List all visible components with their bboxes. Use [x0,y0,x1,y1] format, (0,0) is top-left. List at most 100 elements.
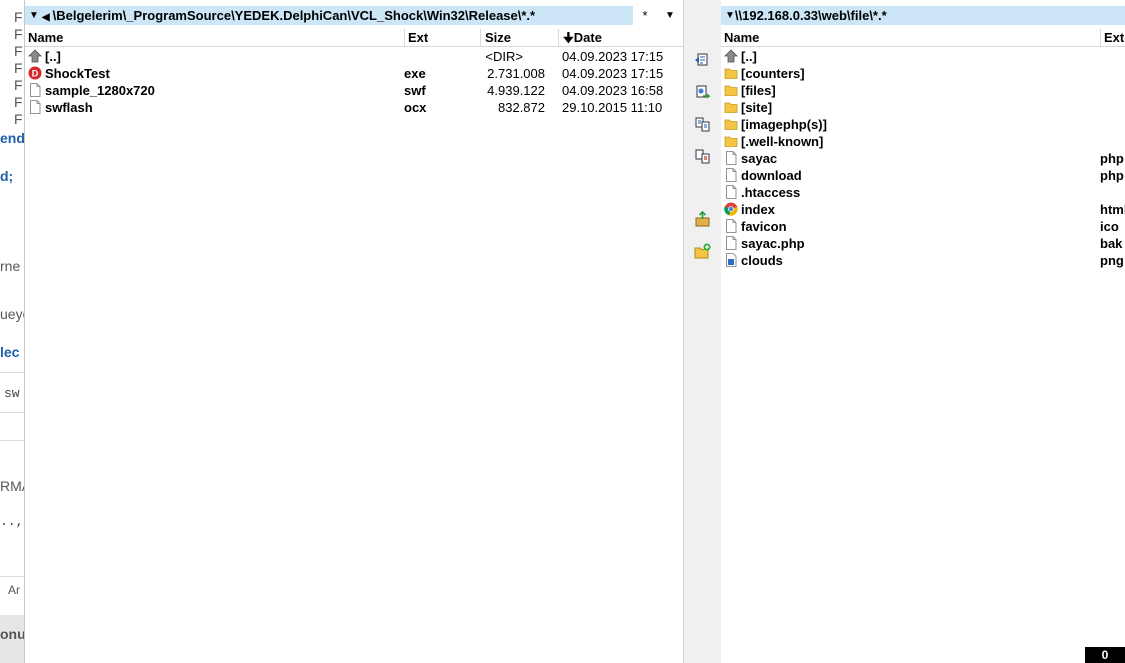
list-item[interactable]: sample_1280x720 swf 4.939.122 04.09.2023… [25,82,683,99]
file-name: sayac [741,151,778,166]
file-date: 29.10.2015 11:10 [562,100,663,115]
file-icon [726,168,737,182]
list-item[interactable]: D ShockTest exe 2.731.008 04.09.2023 17:… [25,65,683,82]
file-ext: exe [404,66,426,81]
file-icon [726,219,737,233]
filter-star-button[interactable]: * [637,6,653,25]
file-icon [726,151,737,165]
list-item[interactable]: favicon ico [721,218,1125,235]
editor-fragment: lec [0,344,20,360]
image-file-icon [726,253,737,267]
file-name: [site] [741,100,773,115]
back-arrow-icon[interactable]: ◀ [42,12,50,23]
compare-files-icon[interactable] [694,116,711,133]
file-name: [imagephp(s)] [741,117,827,132]
delphi-exe-icon: D [28,66,42,80]
file-ext: html [1100,202,1125,217]
move-files-icon[interactable] [694,84,711,101]
right-file-list: [..] [counters] [files] [site] [imagephp(s)]… [721,48,1125,269]
pack-files-icon[interactable] [694,211,711,228]
editor-separator [0,576,24,577]
list-item[interactable]: [files] [721,82,1125,99]
drive-dropdown-icon[interactable]: ▼ [725,6,735,25]
drive-dropdown-icon[interactable]: ▼ [29,6,39,25]
column-header-name[interactable]: Name [25,29,405,46]
file-name: [..] [741,49,757,64]
file-name: [counters] [741,66,805,81]
right-column-header: Name Ext [721,29,1125,47]
file-name: swflash [45,100,93,115]
folder-icon [724,136,738,147]
file-date: 04.09.2023 17:15 [562,49,664,64]
right-file-panel[interactable]: ▼\\192.168.0.33\web\file\*.* Name Ext [.… [721,0,1125,663]
editor-fragment: F [14,43,23,59]
list-item[interactable]: index html [721,201,1125,218]
file-ext: ocx [404,100,427,115]
folder-icon [724,68,738,79]
copy-files-icon[interactable] [694,51,711,68]
panel-divider-toolbar [683,0,722,663]
list-item[interactable]: clouds png [721,252,1125,269]
file-size: 2.731.008 [487,66,545,81]
file-icon [30,100,41,114]
list-item[interactable]: .htaccess [721,184,1125,201]
column-header-name[interactable]: Name [721,29,1101,46]
list-item[interactable]: sayac.php bak [721,235,1125,252]
file-ext: ico [1100,219,1119,234]
editor-fragment: ueyo [0,306,24,322]
svg-text:D: D [32,69,39,79]
file-name: ShockTest [45,66,110,81]
file-name: clouds [741,253,783,268]
list-item[interactable]: [counters] [721,65,1125,82]
list-item[interactable]: swflash ocx 832.872 29.10.2015 11:10 [25,99,683,116]
up-folder-icon [28,49,42,63]
list-item[interactable]: [imagephp(s)] [721,116,1125,133]
editor-fragment: F [14,9,23,25]
file-name: [.well-known] [741,134,824,149]
sync-dirs-icon[interactable] [694,148,711,165]
list-item[interactable]: download php [721,167,1125,184]
sort-down-arrow-icon: 🠋 [563,30,574,45]
file-icon [726,236,737,250]
editor-separator [0,440,24,441]
list-item[interactable]: sayac php [721,150,1125,167]
list-item[interactable]: [.well-known] [721,133,1125,150]
editor-fragment: sw [4,386,20,401]
editor-fragment: d; [0,168,14,184]
history-dropdown-icon[interactable]: ▼ [661,6,679,25]
file-date: 04.09.2023 16:58 [562,83,664,98]
file-name: download [741,168,802,183]
file-name: index [741,202,775,217]
chrome-icon [724,202,738,216]
left-path-text: \Belgelerim\_ProgramSource\YEDEK.DelphiC… [52,8,536,23]
left-file-list: [..] <DIR> 04.09.2023 17:15 D ShockTest … [25,48,683,116]
file-ext: php [1100,168,1124,183]
up-folder-icon [724,49,738,63]
list-item[interactable]: [..] <DIR> 04.09.2023 17:15 [25,48,683,65]
editor-separator [0,412,24,413]
file-ext: php [1100,151,1124,166]
right-path-bar[interactable]: ▼\\192.168.0.33\web\file\*.* [721,6,1125,25]
list-item[interactable]: [site] [721,99,1125,116]
folder-icon [724,85,738,96]
list-item[interactable]: [..] [721,48,1125,65]
column-header-ext[interactable]: Ext [405,29,481,46]
file-name: [files] [741,83,776,98]
left-file-panel[interactable]: ▼ ◀ \Belgelerim\_ProgramSource\YEDEK.Delph… [25,0,683,663]
left-path-bar[interactable]: ▼ ◀ \Belgelerim\_ProgramSource\YEDEK.Delph… [25,6,633,25]
column-header-date[interactable]: 🠋Date [559,29,683,46]
left-column-header: Name Ext Size 🠋Date [25,29,683,47]
file-name: .htaccess [741,185,801,200]
column-header-size[interactable]: Size [481,29,559,46]
editor-fragment: F [14,111,23,127]
file-size: 4.939.122 [487,83,545,98]
background-editor-window: F F F F F F F end d; rne ueyo lec sw RMA… [0,0,25,663]
editor-fragment: rne [0,258,21,274]
editor-fragment: onu [0,626,25,642]
file-ext: png [1100,253,1124,268]
editor-fragment: RMA [0,478,24,494]
file-size: 832.872 [498,100,545,115]
new-folder-icon[interactable] [694,243,711,260]
file-size: <DIR> [485,49,523,64]
column-header-ext[interactable]: Ext [1101,29,1125,46]
